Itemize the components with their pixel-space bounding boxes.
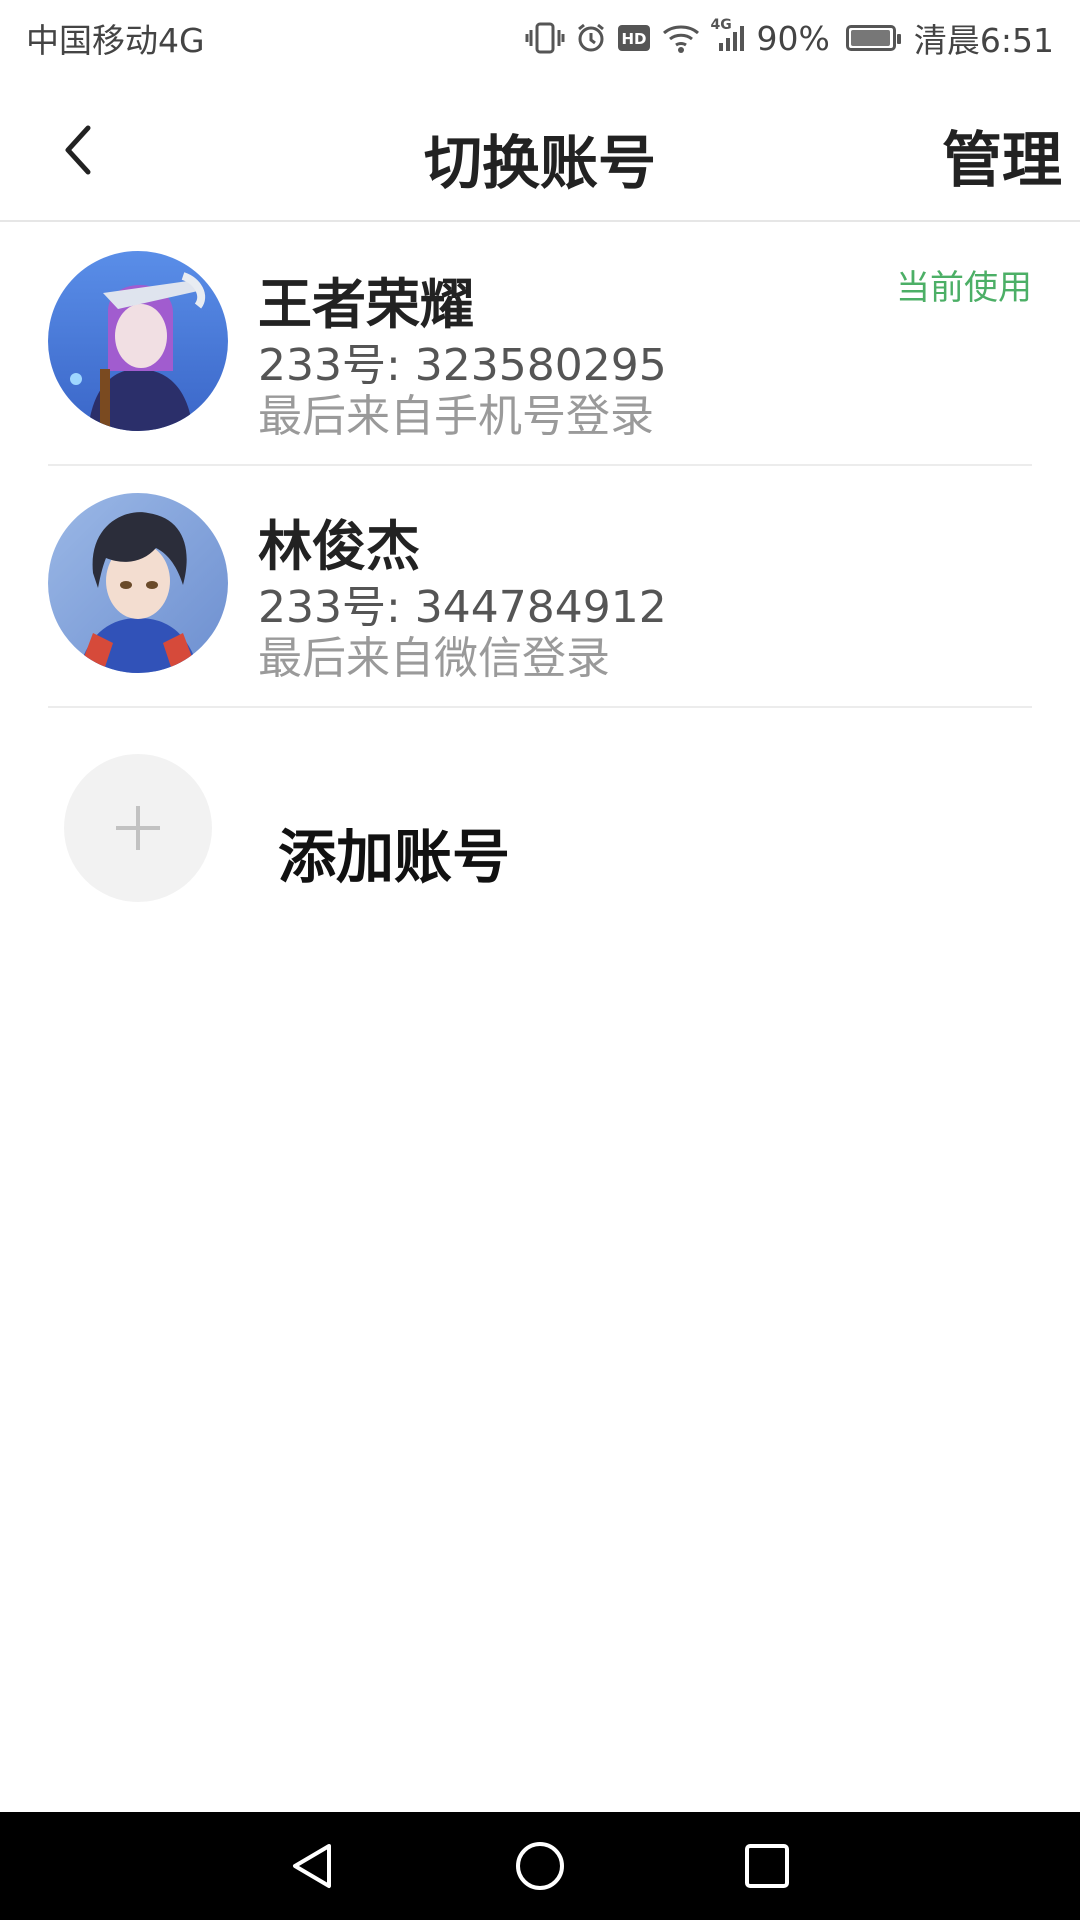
signal-icon: 4G bbox=[711, 17, 747, 53]
alarm-icon bbox=[575, 22, 607, 54]
svg-text:HD: HD bbox=[621, 30, 646, 48]
account-switch-screen: 中国移动4G HD 4G 90% 清晨6:51 切换账号 管理 王者荣耀 233… bbox=[0, 0, 1080, 1920]
nav-back-button[interactable] bbox=[273, 1826, 353, 1906]
home-circle-icon bbox=[515, 1842, 564, 1890]
network-type-label: 4G bbox=[710, 17, 732, 33]
account-item[interactable]: 王者荣耀 233号: 323580295 最后来自手机号登录 当前使用 bbox=[48, 226, 1032, 466]
clock: 清晨6:51 bbox=[913, 21, 1054, 60]
plus-icon bbox=[116, 806, 160, 850]
nav-recents-button[interactable] bbox=[727, 1826, 807, 1906]
battery-percent: 90% bbox=[756, 18, 830, 58]
status-icons: HD 4G 90% 清晨6:51 bbox=[525, 14, 1054, 62]
manage-button[interactable]: 管理 bbox=[942, 112, 1062, 199]
last-login-method: 最后来自微信登录 bbox=[258, 633, 610, 684]
nav-home-button[interactable] bbox=[500, 1826, 580, 1906]
add-account-button[interactable]: 添加账号 bbox=[48, 748, 1032, 908]
avatar bbox=[48, 493, 228, 673]
last-login-method: 最后来自手机号登录 bbox=[258, 391, 654, 442]
recents-square-icon bbox=[744, 1844, 789, 1888]
add-account-label: 添加账号 bbox=[278, 823, 511, 891]
wifi-icon bbox=[661, 22, 701, 54]
avatar bbox=[48, 251, 228, 431]
page-title: 切换账号 bbox=[423, 129, 656, 197]
back-triangle-icon bbox=[293, 1844, 332, 1888]
battery-icon bbox=[845, 25, 901, 51]
account-name: 林俊杰 bbox=[258, 515, 420, 578]
add-account-circle bbox=[64, 754, 212, 902]
app-header: 切换账号 管理 bbox=[0, 76, 1080, 222]
account-name: 王者荣耀 bbox=[258, 273, 474, 336]
hd-icon: HD bbox=[617, 24, 651, 52]
system-nav-bar bbox=[0, 1812, 1080, 1920]
carrier-label: 中国移动4G bbox=[26, 21, 205, 60]
account-item[interactable]: 林俊杰 233号: 344784912 最后来自微信登录 bbox=[48, 468, 1032, 708]
status-bar: 中国移动4G HD 4G 90% 清晨6:51 bbox=[0, 0, 1080, 76]
current-account-badge: 当前使用 bbox=[896, 268, 1032, 308]
vibrate-icon bbox=[525, 21, 565, 55]
